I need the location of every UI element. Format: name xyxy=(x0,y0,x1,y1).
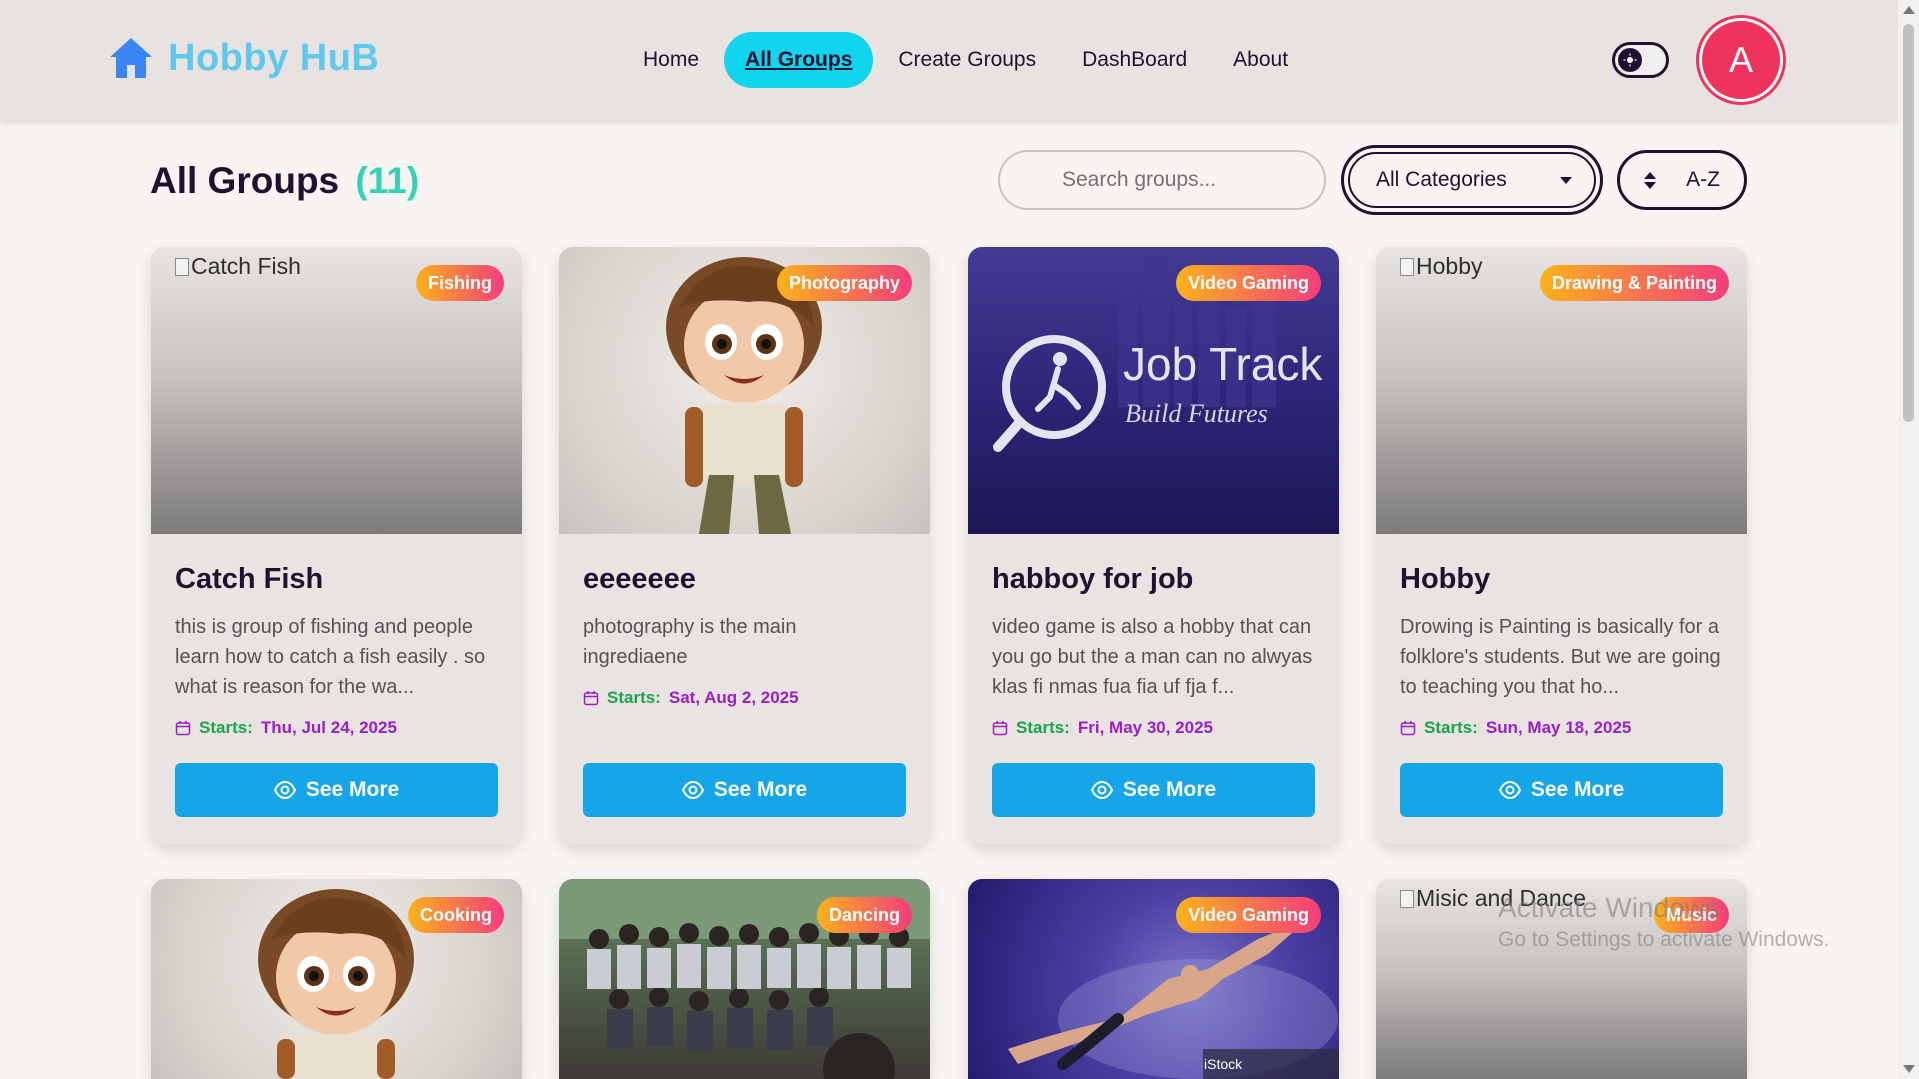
see-more-button[interactable]: See More xyxy=(583,763,906,817)
nav-all-groups[interactable]: All Groups xyxy=(724,32,874,88)
card-title: habboy for job xyxy=(992,563,1194,595)
home-icon xyxy=(110,38,152,78)
card-image: Job Track Build Futures Video Gaming xyxy=(968,247,1339,534)
sort-button[interactable]: A-Z xyxy=(1617,150,1747,210)
scroll-down-icon[interactable] xyxy=(1903,1065,1915,1073)
card-image: Dancing xyxy=(559,879,930,1079)
brand-name: Hobby HuB xyxy=(168,36,380,79)
eye-icon xyxy=(1498,780,1521,800)
card-image: Photography xyxy=(559,247,930,534)
card-image: Misic and Dance Music xyxy=(1376,879,1747,1079)
scroll-up-icon[interactable] xyxy=(1903,6,1915,14)
sort-label: A-Z xyxy=(1686,168,1720,191)
category-badge: Video Gaming xyxy=(1176,265,1321,301)
category-badge: Drawing & Painting xyxy=(1539,265,1729,301)
sort-icon xyxy=(1644,171,1656,189)
group-card: Photography eeeeeee photography is the m… xyxy=(559,247,930,844)
istock-watermark: iStock xyxy=(1204,1056,1243,1072)
group-card: Cooking xyxy=(151,879,522,1079)
card-start-date: Starts: Sat, Aug 2, 2025 xyxy=(583,688,906,708)
search-input[interactable] xyxy=(998,150,1326,210)
avatar[interactable]: A xyxy=(1699,18,1783,102)
group-card: iStock Video Gaming xyxy=(968,879,1339,1079)
group-card: Hobby Drawing & Painting Hobby Drowing i… xyxy=(1376,247,1747,844)
nav-dashboard[interactable]: DashBoard xyxy=(1061,34,1208,86)
card-start-date: Starts: Thu, Jul 24, 2025 xyxy=(175,718,498,738)
nav-home[interactable]: Home xyxy=(622,34,720,86)
card-body: Hobby Drowing is Painting is basically f… xyxy=(1400,557,1723,738)
calendar-icon xyxy=(992,721,1008,736)
page-title: All Groups (11) xyxy=(150,160,419,202)
category-badge: Dancing xyxy=(816,897,912,933)
image-alt-text: Hobby xyxy=(1400,253,1482,280)
navbar: Hobby HuB Home All Groups Create Groups … xyxy=(0,0,1898,121)
group-card: Dancing xyxy=(559,879,930,1079)
theme-toggle-icon xyxy=(1618,48,1642,72)
card-image: iStock Video Gaming xyxy=(968,879,1339,1079)
nav-about[interactable]: About xyxy=(1212,34,1309,86)
page-title-text: All Groups xyxy=(150,160,340,201)
brand-logo[interactable]: Hobby HuB xyxy=(108,36,379,80)
category-badge: Music xyxy=(1653,897,1729,933)
group-card: Misic and Dance Music xyxy=(1376,879,1747,1079)
card-description: this is group of fishing and people lear… xyxy=(175,616,486,698)
category-badge: Cooking xyxy=(408,897,504,933)
group-card: Catch Fish Fishing Catch Fish this is gr… xyxy=(151,247,522,844)
chevron-down-icon xyxy=(1560,176,1572,184)
card-image: Cooking xyxy=(151,879,522,1079)
image-alt-text: Catch Fish xyxy=(175,253,301,280)
card-description: photography is the main ingrediaene xyxy=(583,616,797,668)
see-more-button[interactable]: See More xyxy=(992,763,1315,817)
scrollbar-thumb[interactable] xyxy=(1903,24,1914,422)
eye-icon xyxy=(681,780,704,800)
card-image: Hobby Drawing & Painting xyxy=(1376,247,1747,534)
theme-toggle[interactable] xyxy=(1612,42,1669,78)
card-title: Hobby xyxy=(1400,563,1491,595)
see-more-button[interactable]: See More xyxy=(175,763,498,817)
card-description: Drowing is Painting is basically for a f… xyxy=(1400,616,1721,698)
card-description: video game is also a hobby that can you … xyxy=(992,616,1313,698)
group-card: Job Track Build Futures Video Gaming hab… xyxy=(968,247,1339,844)
category-select[interactable]: All Categories xyxy=(1341,145,1603,215)
eye-icon xyxy=(273,780,296,800)
eye-icon xyxy=(1090,780,1113,800)
card-body: eeeeeee photography is the main ingredia… xyxy=(583,557,906,708)
job-track-subtitle: Build Futures xyxy=(1125,399,1268,428)
card-image: Catch Fish Fishing xyxy=(151,247,522,534)
card-start-date: Starts: Fri, May 30, 2025 xyxy=(992,718,1315,738)
group-count: (11) xyxy=(355,160,420,201)
nav-create-groups[interactable]: Create Groups xyxy=(877,34,1057,86)
nav-links: Home All Groups Create Groups DashBoard … xyxy=(622,32,1309,88)
category-badge: Fishing xyxy=(416,265,504,301)
job-track-title: Job Track xyxy=(1123,338,1323,390)
see-more-button[interactable]: See More xyxy=(1400,763,1723,817)
category-badge: Video Gaming xyxy=(1176,897,1321,933)
calendar-icon xyxy=(583,691,599,706)
image-alt-text: Misic and Dance xyxy=(1400,885,1586,912)
category-badge: Photography xyxy=(777,265,912,301)
category-select-value: All Categories xyxy=(1376,168,1507,191)
card-start-date: Starts: Sun, May 18, 2025 xyxy=(1400,718,1723,738)
card-title: eeeeeee xyxy=(583,563,696,595)
card-body: habboy for job video game is also a hobb… xyxy=(992,557,1315,738)
page-scrollbar[interactable] xyxy=(1898,0,1919,1079)
calendar-icon xyxy=(175,721,191,736)
calendar-icon xyxy=(1400,721,1416,736)
card-body: Catch Fish this is group of fishing and … xyxy=(175,557,498,738)
card-title: Catch Fish xyxy=(175,563,324,595)
